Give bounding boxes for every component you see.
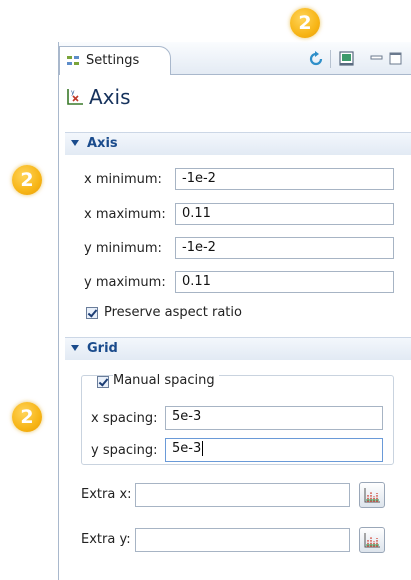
callout-badge-grid: 2 [12,402,42,432]
extra-x-input[interactable] [135,483,350,507]
maximize-icon[interactable] [387,50,405,68]
section-grid-title: Grid [87,341,118,356]
y-minimum-input[interactable]: -1e-2 [175,237,394,259]
x-spacing-label: x spacing: [91,411,158,426]
section-axis-header[interactable]: Axis [65,132,411,155]
toolbar-separator [330,50,331,68]
range-picker-icon [364,488,380,503]
range-picker-icon [364,533,380,548]
x-spacing-input[interactable]: 5e-3 [165,406,383,430]
manual-spacing-label: Manual spacing [113,373,219,388]
y-spacing-label: y spacing: [91,443,158,458]
preserve-aspect-label: Preserve aspect ratio [104,305,242,320]
refresh-icon[interactable] [307,50,325,68]
x-maximum-label: x maximum: [84,207,166,222]
tab-settings[interactable]: Settings [59,46,171,75]
x-minimum-label: x minimum: [84,172,162,187]
preserve-aspect-checkbox[interactable] [86,307,98,319]
y-maximum-input[interactable]: 0.11 [175,271,394,293]
x-minimum-input[interactable]: -1e-2 [175,168,394,190]
minimize-icon[interactable] [368,50,386,68]
extra-x-range-button[interactable] [359,482,385,508]
text-caret [202,441,204,456]
page-title: Axis [89,85,131,109]
manual-spacing-checkbox[interactable] [97,376,109,388]
callout-badge-top: 2 [290,8,320,38]
extra-y-label: Extra y: [81,532,131,547]
tab-settings-label: Settings [86,53,140,68]
view-icon[interactable] [338,50,356,68]
extra-x-label: Extra x: [81,487,132,502]
collapse-triangle-icon [71,345,79,351]
page-title-row: y Axis [59,82,411,114]
axis-icon: y [67,89,83,105]
section-grid-header[interactable]: Grid [65,337,411,360]
y-spacing-value: 5e-3 [172,441,202,456]
extra-y-range-button[interactable] [359,527,385,553]
svg-text:y: y [71,89,75,96]
settings-icon [67,56,79,65]
settings-panel: Settings y Axis Axis x minimum: -1e-2 x … [58,42,411,580]
y-spacing-input[interactable]: 5e-3 [165,438,383,462]
collapse-triangle-icon [71,140,79,146]
x-maximum-input[interactable]: 0.11 [175,203,394,225]
callout-badge-axis: 2 [12,165,42,195]
tab-bar: Settings [59,42,411,75]
extra-y-input[interactable] [135,528,350,552]
y-maximum-label: y maximum: [84,275,166,290]
y-minimum-label: y minimum: [84,241,162,256]
section-axis-title: Axis [87,136,118,151]
